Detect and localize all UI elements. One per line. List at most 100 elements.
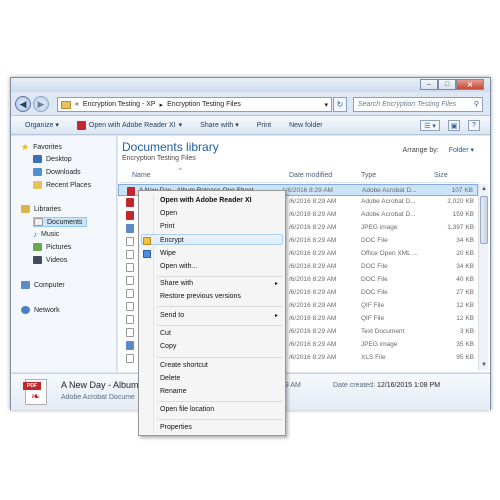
navigation-pane: ★ Favorites Desktop Downloads Recent Pla… [11, 136, 117, 372]
file-date: /6/2016 8:29 AM [289, 315, 337, 322]
column-size[interactable]: Size [434, 172, 448, 179]
menu-item-open-with[interactable]: Open with... [160, 263, 197, 270]
arrange-by-dropdown[interactable]: Folder ▾ [449, 147, 474, 154]
menu-separator [157, 276, 283, 277]
menu-item-wipe[interactable]: Wipe [160, 250, 176, 257]
menu-item-cut[interactable]: Cut [160, 330, 171, 337]
print-button[interactable]: Print [257, 122, 271, 129]
breadcrumb-encryption-testing-xp[interactable]: Encryption Testing - XP [83, 101, 156, 108]
breadcrumb-encryption-testing-files[interactable]: Encryption Testing Files [167, 101, 241, 108]
menu-item-open-with-reader[interactable]: Open with Adobe Reader XI [160, 197, 252, 204]
nav-recent-label: Recent Places [46, 181, 92, 189]
share-with-button[interactable]: Share with ▾ [200, 121, 239, 129]
doc-file-icon [126, 250, 134, 259]
file-date: /6/2016 8:29 AM [289, 263, 337, 270]
nav-pictures[interactable]: Pictures [33, 243, 71, 251]
refresh-icon[interactable]: ↻ [333, 97, 347, 112]
arrange-by-label: Arrange by: [402, 147, 439, 154]
file-date: /6/2016 8:29 AM [289, 289, 337, 296]
menu-item-print[interactable]: Print [160, 223, 174, 230]
recent-places-icon [33, 181, 42, 189]
date-created-label: Date created: [333, 382, 376, 389]
organize-button[interactable]: Organize ▾ [25, 121, 59, 129]
menu-item-open-file-location[interactable]: Open file location [160, 406, 214, 413]
back-button[interactable]: ◀ [15, 96, 31, 112]
menu-item-delete[interactable]: Delete [160, 375, 180, 382]
file-type: DOC File [361, 263, 388, 270]
menu-item-send-to[interactable]: Send to [160, 312, 184, 319]
menu-item-encrypt[interactable]: Encrypt [160, 237, 184, 244]
scroll-up-icon[interactable]: ▲ [479, 184, 489, 194]
column-name[interactable]: Name [132, 172, 151, 179]
nav-music[interactable]: ♪ Music [33, 230, 59, 239]
preview-pane-icon[interactable]: ▣ [448, 120, 460, 131]
search-icon[interactable]: ⚲ [474, 100, 479, 108]
submenu-arrow-icon: ▸ [274, 313, 278, 319]
menu-item-open[interactable]: Open [160, 210, 177, 217]
doc-file-icon [126, 289, 134, 298]
doc-file-icon [126, 237, 134, 246]
nav-documents[interactable]: Documents [33, 217, 88, 227]
file-type: XLS File [361, 354, 386, 361]
file-size: 12 KB [456, 315, 474, 322]
title-bar: – □ ✕ [11, 78, 490, 92]
nav-downloads[interactable]: Downloads [33, 168, 81, 176]
maximize-button[interactable]: □ [438, 79, 456, 90]
menu-item-rename[interactable]: Rename [160, 388, 186, 395]
help-icon[interactable]: ? [468, 120, 480, 131]
file-type: JPEG image [361, 224, 398, 231]
breadcrumb-overflow[interactable]: « [75, 101, 79, 108]
file-date: /6/2016 8:29 AM [289, 211, 337, 218]
videos-icon [33, 256, 42, 264]
file-date: /6/2016 8:29 AM [289, 224, 337, 231]
menu-item-restore-previous-versions[interactable]: Restore previous versions [160, 293, 241, 300]
sort-up-icon: ^ [179, 168, 182, 174]
breadcrumb-separator[interactable]: ▸ [160, 101, 164, 109]
organize-label: Organize ▾ [25, 122, 59, 129]
scroll-thumb[interactable] [480, 196, 488, 244]
address-bar[interactable]: « Encryption Testing - XP ▸ Encryption T… [57, 97, 332, 112]
menu-item-create-shortcut[interactable]: Create shortcut [160, 362, 208, 369]
column-date-modified[interactable]: Date modified [289, 172, 332, 179]
music-icon: ♪ [33, 230, 37, 239]
view-options-icon[interactable]: ☰ ▾ [420, 120, 440, 131]
new-folder-button[interactable]: New folder [289, 122, 322, 129]
nav-network-label: Network [34, 306, 60, 314]
close-button[interactable]: ✕ [456, 79, 484, 90]
column-type[interactable]: Type [361, 172, 376, 179]
nav-favorites-label: Favorites [33, 144, 62, 151]
file-date: /6/2016 8:29 AM [289, 302, 337, 309]
vertical-scrollbar[interactable]: ▲ ▼ [478, 184, 488, 370]
view-controls: ☰ ▾ ▣ ? [420, 120, 480, 131]
nav-favorites[interactable]: ★ Favorites [21, 142, 62, 153]
minimize-button[interactable]: – [420, 79, 438, 90]
file-size: 34 KB [456, 263, 474, 270]
file-date: /6/2016 8:29 AM [289, 237, 337, 244]
menu-item-share-with[interactable]: Share with [160, 280, 193, 287]
doc-file-icon [126, 276, 134, 285]
documents-icon [34, 218, 43, 226]
search-input[interactable]: Search Encryption Testing Files ⚲ [353, 97, 483, 112]
address-dropdown-icon[interactable]: ▾ [324, 101, 328, 109]
nav-desktop[interactable]: Desktop [33, 155, 72, 163]
menu-item-properties[interactable]: Properties [160, 424, 192, 431]
file-type: DOC File [361, 276, 388, 283]
nav-documents-label: Documents [47, 218, 83, 226]
generic-file-icon [126, 302, 134, 311]
nav-libraries[interactable]: Libraries [21, 205, 61, 213]
open-with-adobe-button[interactable]: Open with Adobe Reader XI ▾ [76, 120, 183, 130]
file-size: 107 KB [451, 187, 473, 194]
nav-recent-places[interactable]: Recent Places [33, 181, 91, 189]
date-created-value: 12/16/2015 1:08 PM [376, 382, 441, 389]
pictures-icon [33, 243, 42, 251]
command-bar: Organize ▾ Open with Adobe Reader XI ▾ S… [11, 115, 490, 135]
menu-item-copy[interactable]: Copy [160, 343, 176, 350]
file-size: 2,020 KB [447, 198, 474, 205]
nav-network[interactable]: Network [21, 306, 60, 314]
nav-videos[interactable]: Videos [33, 256, 67, 264]
downloads-icon [33, 168, 42, 176]
nav-computer[interactable]: Computer [21, 281, 65, 289]
forward-button[interactable]: ▶ [33, 96, 49, 112]
chevron-down-icon: ▾ [178, 122, 183, 129]
scroll-down-icon[interactable]: ▼ [479, 360, 489, 370]
